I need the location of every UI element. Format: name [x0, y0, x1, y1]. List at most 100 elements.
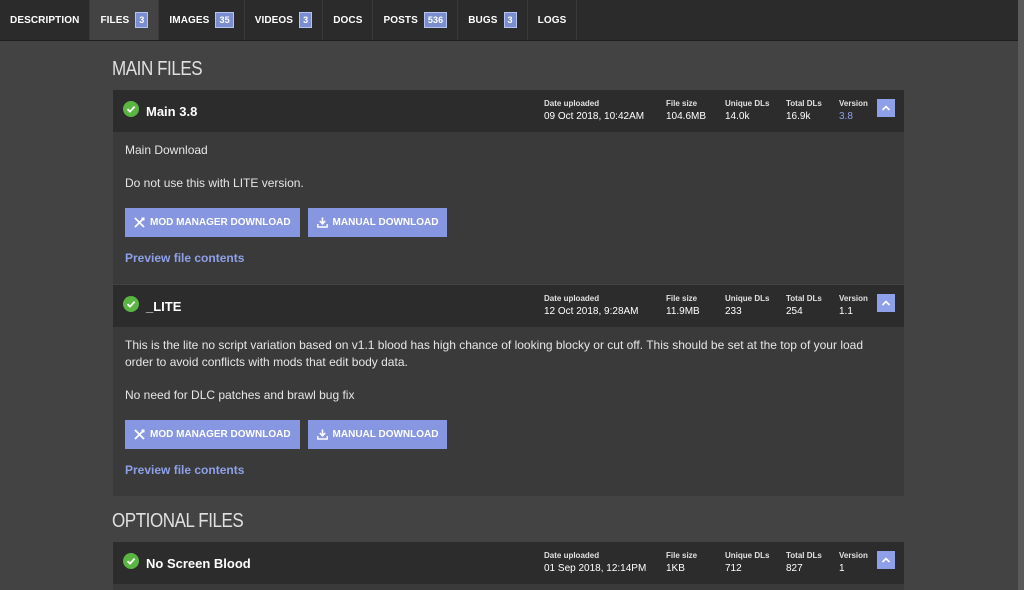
- file-header[interactable]: No Screen Blood Date uploaded 01 Sep 2018…: [113, 542, 904, 584]
- tab-files[interactable]: FILES 3: [90, 0, 160, 40]
- count-badge: 536: [423, 12, 448, 28]
- check-circle-icon: [123, 101, 139, 117]
- meta-date: Date uploaded 01 Sep 2018, 12:14PM: [544, 551, 646, 574]
- check-circle-icon: [123, 296, 139, 312]
- meta-unique: Unique DLs 233: [725, 294, 769, 317]
- tab-label: DESCRIPTION: [10, 14, 80, 26]
- meta-label: Version: [839, 294, 868, 303]
- meta-unique: Unique DLs 712: [725, 551, 769, 574]
- button-label: MANUAL DOWNLOAD: [332, 429, 439, 440]
- tab-label: FILES: [100, 14, 130, 26]
- tab-label: LOGS: [537, 14, 567, 26]
- meta-size: File size 11.9MB: [666, 294, 700, 317]
- file-header[interactable]: _LITE Date uploaded 12 Oct 2018, 9:28AM F…: [113, 285, 904, 327]
- tab-bugs[interactable]: BUGS 3: [458, 0, 528, 40]
- chevron-up-icon: [882, 105, 890, 111]
- meta-value: 712: [725, 563, 742, 574]
- download-icon: [316, 217, 328, 228]
- description-line: Do not use this with LITE version.: [125, 176, 304, 190]
- tab-label: VIDEOS: [254, 14, 294, 26]
- meta-total: Total DLs 254: [786, 294, 822, 317]
- meta-version: Version 1.1: [839, 294, 868, 317]
- meta-value: 1: [839, 563, 845, 574]
- file-description: This is the lite no script variation bas…: [113, 327, 904, 479]
- meta-value: 1.1: [839, 306, 853, 317]
- chevron-up-icon: [882, 300, 890, 306]
- meta-value: 254: [786, 306, 803, 317]
- meta-label: File size: [666, 551, 698, 560]
- tab-description[interactable]: DESCRIPTION: [0, 0, 91, 40]
- meta-value: 11.9MB: [666, 306, 700, 317]
- count-badge: 35: [215, 12, 234, 28]
- file-name: _LITE: [146, 299, 182, 314]
- meta-version: Version 3.8: [839, 99, 868, 122]
- section-title-optional-files: OPTIONAL FILES: [112, 510, 244, 532]
- chevron-up-icon: [882, 557, 890, 563]
- collapse-button[interactable]: [877, 99, 895, 117]
- meta-value: 09 Oct 2018, 10:42AM: [544, 111, 645, 122]
- count-badge: 3: [299, 12, 313, 28]
- scrollbar[interactable]: [1018, 0, 1024, 590]
- meta-size: File size 104.6MB: [666, 99, 706, 122]
- tab-label: POSTS: [383, 14, 418, 26]
- meta-label: Total DLs: [786, 551, 822, 560]
- button-label: MOD MANAGER DOWNLOAD: [150, 217, 291, 228]
- meta-label: Total DLs: [786, 294, 822, 303]
- meta-label: Version: [839, 551, 868, 560]
- meta-value[interactable]: 3.8: [839, 111, 868, 122]
- meta-label: Date uploaded: [544, 551, 600, 560]
- tab-label: IMAGES: [169, 14, 210, 26]
- manual-download-button[interactable]: MANUAL DOWNLOAD: [307, 420, 448, 449]
- tab-label: DOCS: [333, 14, 363, 26]
- preview-file-contents-link[interactable]: Preview file contents: [125, 462, 892, 479]
- description-line: No need for DLC patches and brawl bug fi…: [125, 388, 355, 402]
- button-label: MOD MANAGER DOWNLOAD: [150, 429, 291, 440]
- preview-file-contents-link[interactable]: Preview file contents: [125, 250, 892, 267]
- count-badge: 3: [135, 12, 149, 28]
- meta-version: Version 1: [839, 551, 868, 574]
- meta-value: 104.6MB: [666, 111, 707, 122]
- download-icon: [316, 429, 328, 440]
- mod-manager-download-button[interactable]: MOD MANAGER DOWNLOAD: [125, 208, 300, 237]
- file-name: No Screen Blood: [146, 556, 251, 571]
- tab-bar: DESCRIPTION FILES 3 IMAGES 35 VIDEOS 3 DOCS…: [0, 0, 1018, 41]
- meta-label: Date uploaded: [544, 99, 600, 108]
- tools-icon: [134, 217, 145, 228]
- mod-manager-download-button[interactable]: MOD MANAGER DOWNLOAD: [125, 420, 300, 449]
- meta-value: 12 Oct 2018, 9:28AM: [544, 306, 639, 317]
- meta-total: Total DLs 16.9k: [786, 99, 822, 122]
- button-label: MANUAL DOWNLOAD: [332, 217, 439, 228]
- meta-value: 1KB: [666, 563, 685, 574]
- tab-docs[interactable]: DOCS: [323, 0, 374, 40]
- meta-label: File size: [666, 294, 698, 303]
- download-buttons: MOD MANAGER DOWNLOAD MANUAL DOWNLOAD: [125, 208, 892, 237]
- download-buttons: MOD MANAGER DOWNLOAD MANUAL DOWNLOAD: [125, 420, 892, 449]
- meta-value: 233: [725, 306, 742, 317]
- file-name: Main 3.8: [146, 104, 198, 119]
- collapse-button[interactable]: [877, 294, 895, 312]
- meta-unique: Unique DLs 14.0k: [725, 99, 769, 122]
- collapse-button[interactable]: [877, 551, 895, 569]
- tools-icon: [134, 429, 145, 440]
- file-description: Main Download Do not use this with LITE …: [113, 132, 904, 267]
- tab-posts[interactable]: POSTS 536: [373, 0, 459, 40]
- meta-label: File size: [666, 99, 698, 108]
- file-card-main: Main 3.8 Date uploaded 09 Oct 2018, 10:42…: [113, 90, 904, 284]
- manual-download-button[interactable]: MANUAL DOWNLOAD: [307, 208, 448, 237]
- file-header[interactable]: Main 3.8 Date uploaded 09 Oct 2018, 10:42…: [113, 90, 904, 132]
- tab-videos[interactable]: VIDEOS 3: [245, 0, 324, 40]
- meta-label: Unique DLs: [725, 294, 770, 303]
- tab-images[interactable]: IMAGES 35: [159, 0, 245, 40]
- tab-logs[interactable]: LOGS: [528, 0, 578, 40]
- meta-value: 01 Sep 2018, 12:14PM: [544, 563, 647, 574]
- meta-total: Total DLs 827: [786, 551, 822, 574]
- file-card-no-screen-blood: No Screen Blood Date uploaded 01 Sep 2018…: [113, 542, 904, 590]
- meta-value: 16.9k: [786, 111, 811, 122]
- meta-label: Total DLs: [786, 99, 822, 108]
- description-line: This is the lite no script variation bas…: [125, 338, 863, 369]
- description-line: Main Download: [125, 143, 208, 157]
- tab-label: BUGS: [468, 14, 498, 26]
- count-badge: 3: [503, 12, 517, 28]
- meta-size: File size 1KB: [666, 551, 697, 574]
- check-circle-icon: [123, 553, 139, 569]
